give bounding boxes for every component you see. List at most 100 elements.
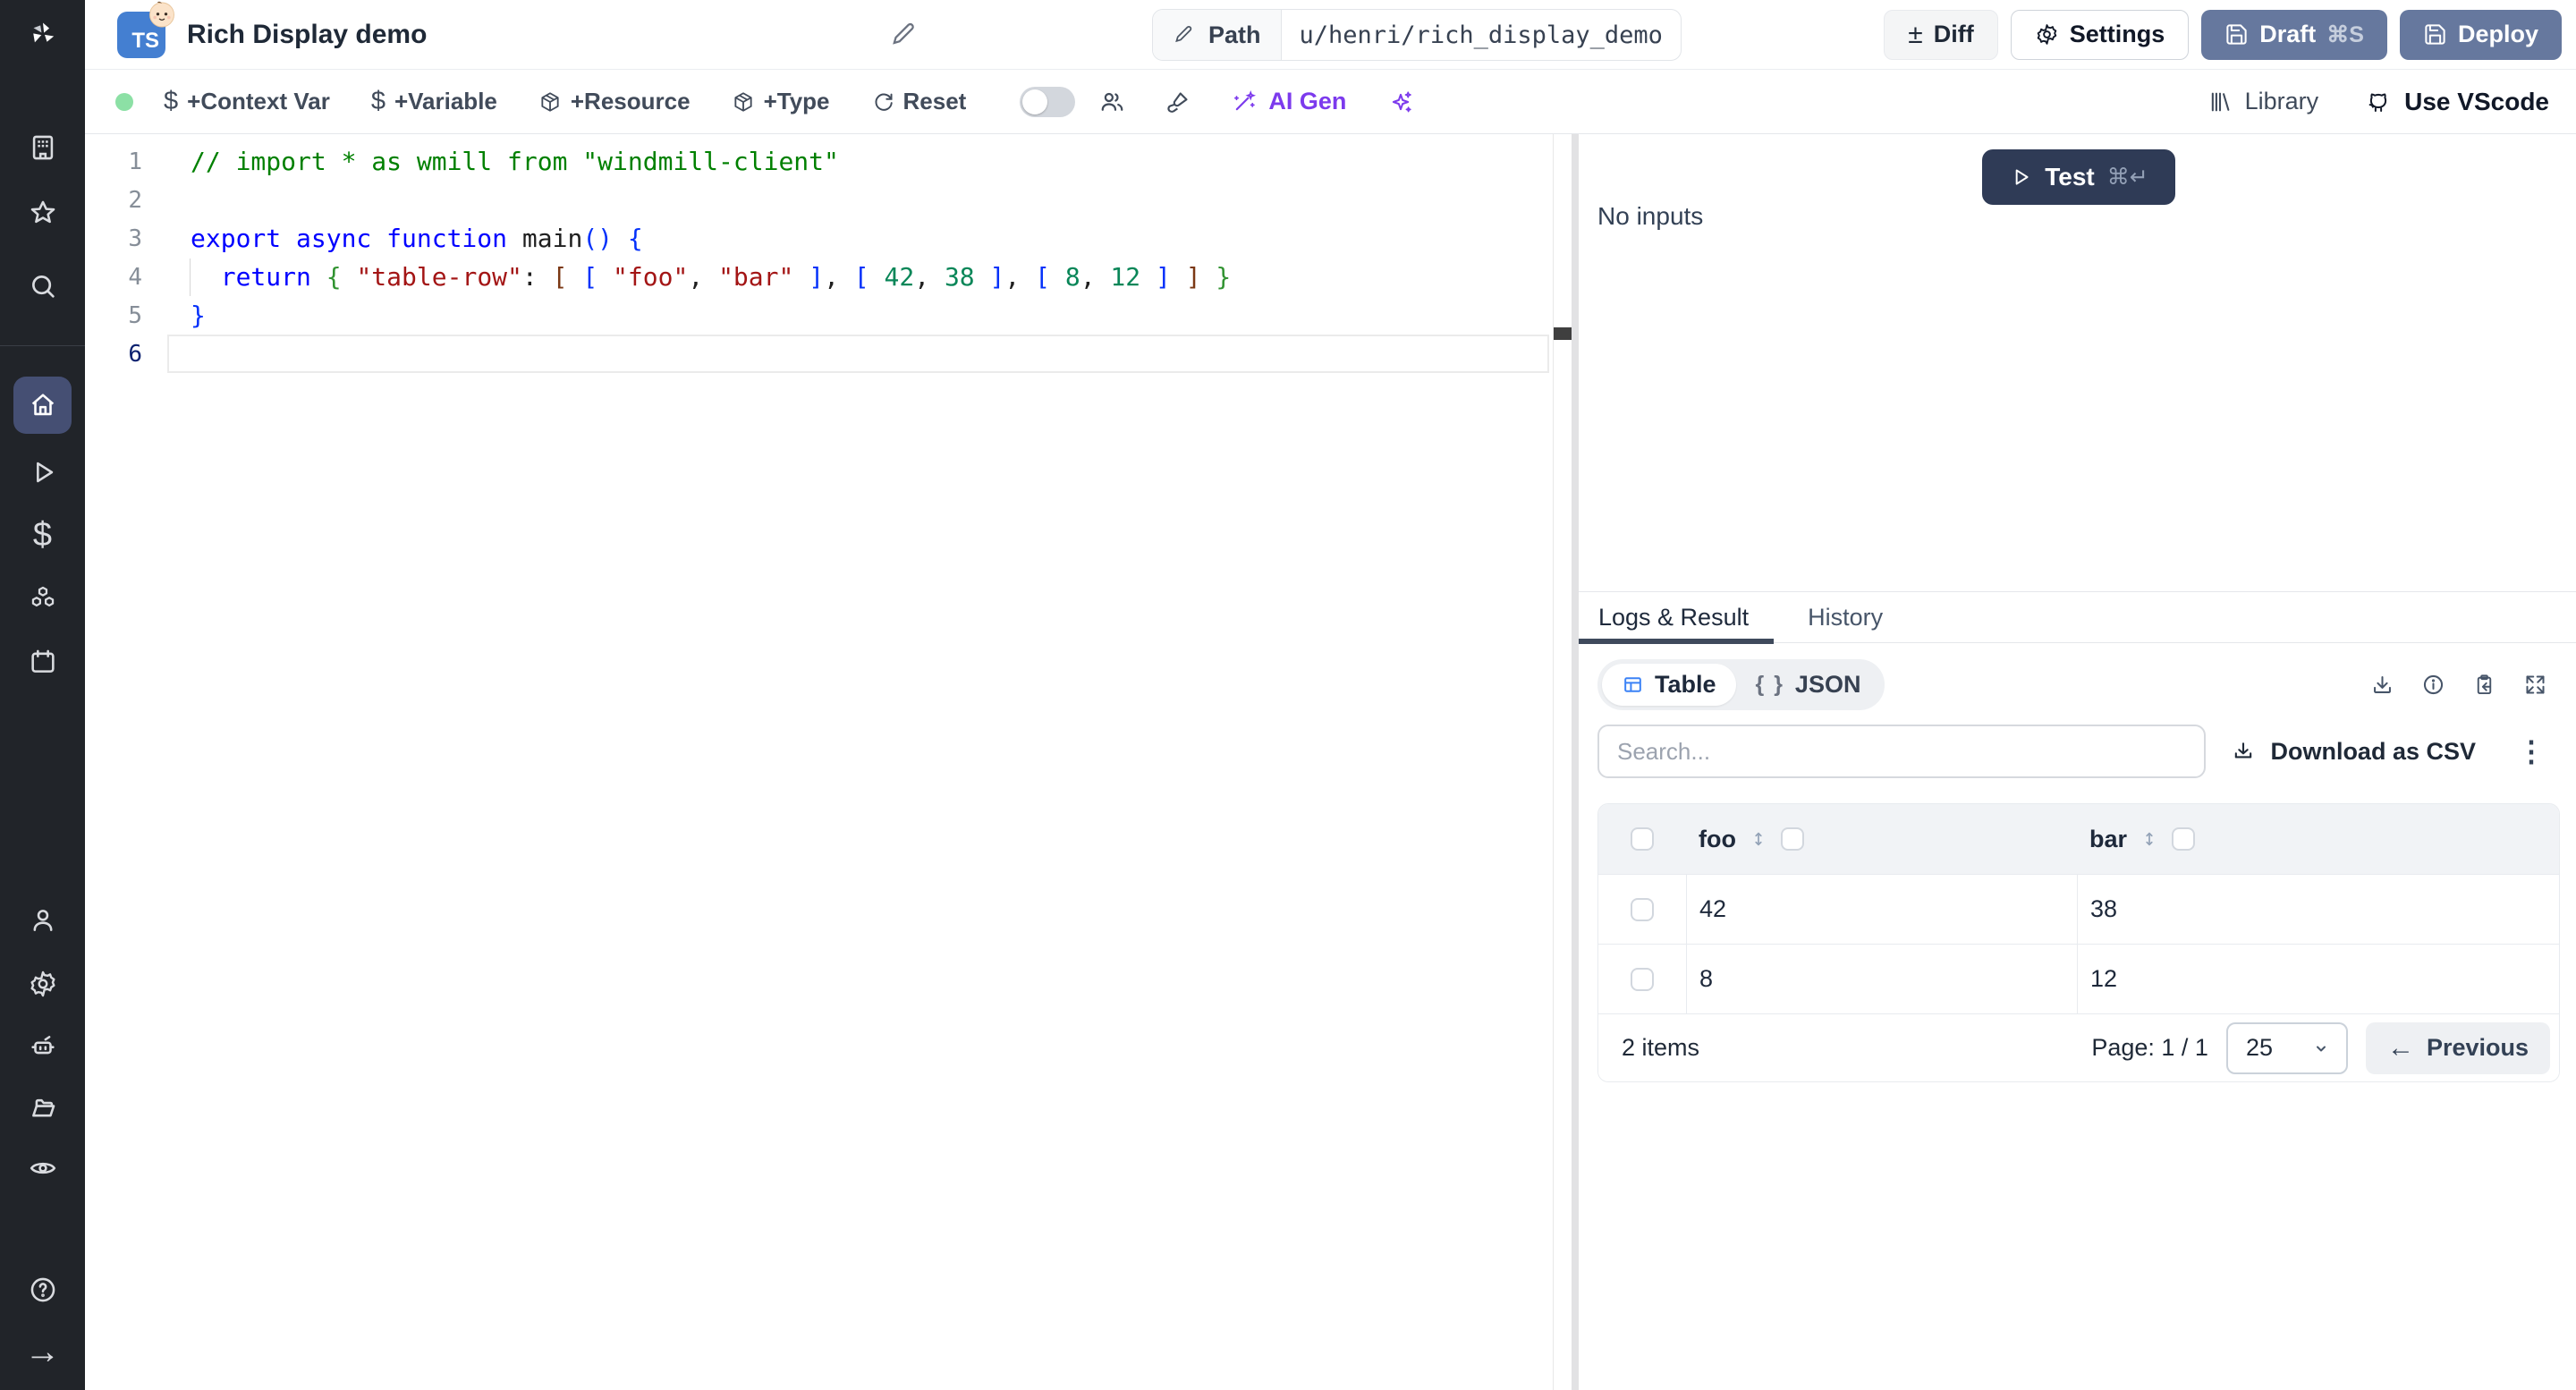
code-line[interactable]: 1 // import * as wmill from "windmill-cli… [85, 142, 1572, 181]
tab-history[interactable]: History [1808, 604, 1883, 631]
format-paintbrush-icon[interactable] [1165, 89, 1191, 115]
settings-label: Settings [2069, 21, 2165, 47]
column-filter-foo[interactable] [1780, 827, 1804, 851]
use-vscode-button[interactable]: Use VScode [2365, 88, 2549, 116]
app-window: $ → TS Rich Display demo Path u/henri/ri… [0, 0, 2576, 1390]
toggle-knob [1022, 89, 1048, 114]
tab-logs-result[interactable]: Logs & Result [1598, 604, 1749, 631]
table-cell: 12 [2077, 944, 2559, 1014]
editor-toolbar: $ +Context Var $ +Variable +Resource +Ty… [85, 70, 2576, 134]
add-resource-label: +Resource [570, 88, 691, 114]
sidebar-divider [0, 345, 85, 346]
typescript-badge: TS [117, 1, 174, 58]
library-button[interactable]: Library [2207, 88, 2319, 115]
library-label: Library [2244, 88, 2319, 114]
page-size-select[interactable]: 25 [2225, 1021, 2348, 1074]
favorites-icon[interactable] [0, 191, 85, 234]
expand-sidebar-icon[interactable]: → [0, 1330, 85, 1373]
code-line[interactable]: 6 [85, 335, 1572, 373]
sidebar: $ → [0, 0, 85, 1390]
code-text: return { "table-row": [ [ "foo", "bar" ]… [220, 262, 1232, 292]
panel-divider[interactable] [1572, 134, 1579, 1390]
ai-gen-label: AI Gen [1268, 88, 1347, 114]
copy-result-icon[interactable] [2472, 673, 2496, 697]
table-row[interactable]: 8 12 [1598, 944, 2559, 1014]
download-icon[interactable] [2370, 673, 2394, 697]
ai-gen-button[interactable]: AI Gen [1231, 88, 1346, 115]
view-toggle-json[interactable]: { } JSON [1736, 664, 1881, 706]
help-icon[interactable] [0, 1268, 85, 1311]
page-title: Rich Display demo [187, 19, 428, 49]
code-editor[interactable]: 1 // import * as wmill from "windmill-cli… [85, 134, 1572, 1390]
variables-icon[interactable]: $ [0, 513, 85, 556]
runs-icon[interactable] [0, 451, 85, 494]
active-tab-underline [1579, 639, 1774, 644]
add-context-var-button[interactable]: $ +Context Var [164, 87, 330, 116]
gear-icon [2037, 24, 2056, 45]
previous-page-button[interactable]: ← Previous [2365, 1021, 2550, 1074]
workspace-icon[interactable] [0, 126, 85, 169]
view-toggle-table[interactable]: Table [1602, 664, 1736, 706]
resources-icon[interactable] [0, 577, 85, 620]
table-row[interactable]: 42 38 [1598, 874, 2559, 945]
info-icon[interactable] [2421, 673, 2445, 697]
deploy-button[interactable]: Deploy [2399, 9, 2562, 60]
expand-icon[interactable] [2523, 673, 2547, 697]
kebab-menu-icon[interactable]: ⋮ [2517, 737, 2546, 766]
folders-icon[interactable] [0, 1086, 85, 1129]
select-all-checkbox[interactable] [1631, 827, 1654, 851]
overview-cursor-marker [1554, 327, 1572, 340]
csv-download-icon [2235, 742, 2252, 759]
row-checkbox[interactable] [1631, 967, 1654, 991]
page-indicator: Page: 1 / 1 [2091, 1034, 2208, 1061]
settings-gear-icon[interactable] [0, 962, 85, 1005]
diff-button[interactable]: ± Diff [1884, 9, 1998, 60]
draft-shortcut: ⌘S [2326, 21, 2364, 47]
edit-title-pencil-icon[interactable] [889, 20, 919, 50]
diff-mode-toggle[interactable] [1020, 86, 1076, 117]
workers-icon[interactable] [0, 1025, 85, 1068]
path-control[interactable]: Path u/henri/rich_display_demo [1152, 9, 1682, 61]
diff-icon: ± [1908, 19, 1923, 49]
test-button[interactable]: Test ⌘↵ [1982, 149, 2175, 205]
sort-icon[interactable] [1749, 829, 1768, 849]
table-header: foo bar [1598, 804, 2559, 874]
code-line[interactable]: 5} [85, 296, 1572, 335]
add-variable-button[interactable]: $ +Variable [371, 87, 497, 116]
settings-button[interactable]: Settings [2010, 9, 2190, 60]
path-pencil-icon [1175, 26, 1192, 43]
json-toggle-label: JSON [1794, 671, 1861, 698]
search-input[interactable] [1597, 725, 2206, 778]
row-checkbox[interactable] [1631, 897, 1654, 921]
collaborators-icon[interactable] [1098, 89, 1125, 115]
line-number: 1 [128, 148, 142, 175]
draft-button[interactable]: Draft ⌘S [2201, 9, 2387, 60]
column-filter-bar[interactable] [2172, 827, 2196, 851]
home-icon[interactable] [13, 377, 72, 434]
result-section: Table { } JSON Search... Download as CSV… [1579, 643, 2576, 1390]
toolbar-right: Library Use VScode [2207, 88, 2549, 116]
content: 1 // import * as wmill from "windmill-cli… [85, 134, 2576, 1390]
code-line[interactable]: 4 return { "table-row": [ [ "foo", "bar"… [85, 258, 1572, 296]
table-cell: 38 [2077, 874, 2559, 945]
code-text: } [191, 301, 206, 330]
table-toggle-label: Table [1655, 671, 1716, 698]
magic-wand-icon [1234, 89, 1257, 110]
package-icon [733, 91, 752, 112]
deploy-label: Deploy [2457, 21, 2538, 47]
sort-icon[interactable] [2140, 829, 2159, 849]
windmill-logo[interactable] [0, 13, 85, 55]
reset-button[interactable]: Reset [871, 88, 966, 115]
code-line[interactable]: 3 export async function main() { [85, 219, 1572, 258]
add-type-button[interactable]: +Type [732, 88, 830, 115]
line-number: 3 [128, 225, 142, 252]
diff-label: Diff [1933, 21, 1974, 47]
search-icon[interactable] [0, 265, 85, 308]
add-resource-button[interactable]: +Resource [538, 88, 691, 115]
schedules-icon[interactable] [0, 640, 85, 683]
download-csv-button[interactable]: Download as CSV [2231, 738, 2476, 766]
code-line[interactable]: 2 [85, 181, 1572, 219]
users-icon[interactable] [0, 899, 85, 942]
sparkles-icon[interactable] [1387, 89, 1414, 115]
audit-logs-eye-icon[interactable] [0, 1147, 85, 1190]
